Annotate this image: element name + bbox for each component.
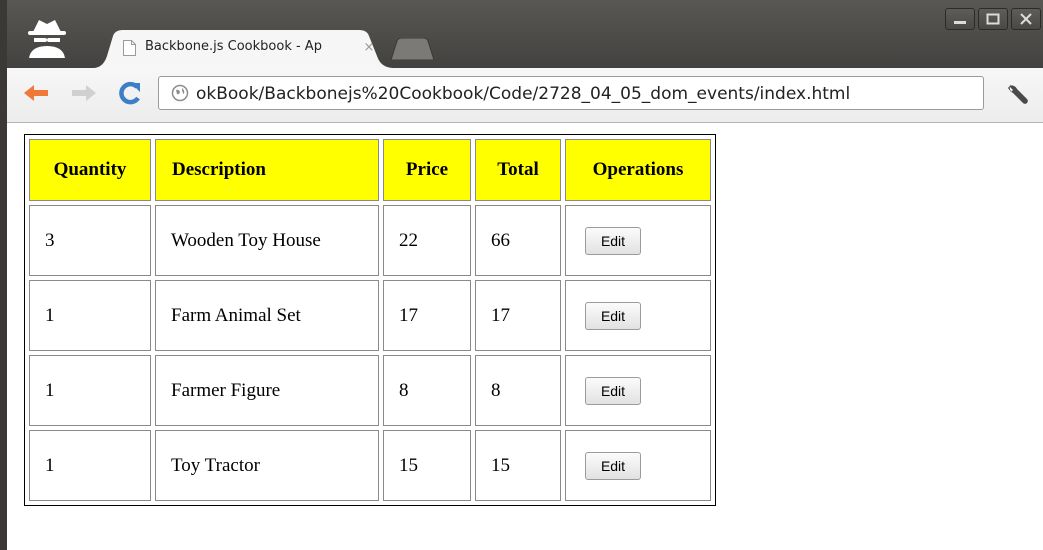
header-quantity: Quantity <box>29 139 151 201</box>
close-icon[interactable] <box>1011 8 1041 30</box>
cell-quantity: 3 <box>29 205 151 276</box>
table-row: 3 Wooden Toy House 22 66 Edit <box>29 205 711 276</box>
back-arrow-icon[interactable] <box>21 78 51 108</box>
reload-icon[interactable] <box>115 78 145 108</box>
table-row: 1 Toy Tractor 15 15 Edit <box>29 430 711 501</box>
minimize-icon[interactable] <box>945 8 975 30</box>
table-row: 1 Farmer Figure 8 8 Edit <box>29 355 711 426</box>
cell-total: 15 <box>475 430 561 501</box>
incognito-icon <box>25 14 75 64</box>
edit-button[interactable]: Edit <box>585 376 641 405</box>
cell-price: 17 <box>383 280 471 351</box>
cell-operations: Edit <box>565 355 711 426</box>
cell-operations: Edit <box>565 430 711 501</box>
header-total: Total <box>475 139 561 201</box>
wrench-icon[interactable] <box>1005 80 1031 106</box>
cell-quantity: 1 <box>29 280 151 351</box>
edit-button[interactable]: Edit <box>585 301 641 330</box>
cell-description: Farmer Figure <box>155 355 379 426</box>
cell-operations: Edit <box>565 205 711 276</box>
cell-total: 17 <box>475 280 561 351</box>
table-row: 1 Farm Animal Set 17 17 Edit <box>29 280 711 351</box>
globe-icon <box>171 84 189 102</box>
forward-arrow-icon[interactable] <box>69 78 99 108</box>
page-icon <box>123 40 136 56</box>
page-content: Quantity Description Price Total Operati… <box>7 123 1043 550</box>
cell-description: Toy Tractor <box>155 430 379 501</box>
url-text: okBook/Backbonejs%20Cookbook/Code/2728_0… <box>196 84 851 104</box>
tab-title: Backbone.js Cookbook - Ap <box>145 39 355 59</box>
header-price: Price <box>383 139 471 201</box>
edit-button[interactable]: Edit <box>585 226 641 255</box>
window-controls <box>941 8 1041 34</box>
cell-total: 66 <box>475 205 561 276</box>
cell-quantity: 1 <box>29 430 151 501</box>
cell-quantity: 1 <box>29 355 151 426</box>
cell-total: 8 <box>475 355 561 426</box>
browser-toolbar: okBook/Backbonejs%20Cookbook/Code/2728_0… <box>7 68 1043 123</box>
header-description: Description <box>155 139 379 201</box>
address-bar[interactable]: okBook/Backbonejs%20Cookbook/Code/2728_0… <box>158 76 984 110</box>
header-row: Quantity Description Price Total Operati… <box>29 139 711 201</box>
cell-operations: Edit <box>565 280 711 351</box>
cell-price: 15 <box>383 430 471 501</box>
cell-description: Farm Animal Set <box>155 280 379 351</box>
header-operations: Operations <box>565 139 711 201</box>
tab-close-icon[interactable]: × <box>361 39 377 57</box>
edit-button[interactable]: Edit <box>585 451 641 480</box>
maximize-icon[interactable] <box>978 8 1008 30</box>
items-table: Quantity Description Price Total Operati… <box>24 134 716 506</box>
tab-backbone-cookbook[interactable]: Backbone.js Cookbook - Ap × <box>93 30 393 68</box>
cell-price: 22 <box>383 205 471 276</box>
cell-description: Wooden Toy House <box>155 205 379 276</box>
browser-window: Backbone.js Cookbook - Ap × okBook/Backb… <box>0 0 1043 550</box>
new-tab-button[interactable] <box>389 37 435 61</box>
cell-price: 8 <box>383 355 471 426</box>
title-bar: Backbone.js Cookbook - Ap × <box>7 0 1043 68</box>
